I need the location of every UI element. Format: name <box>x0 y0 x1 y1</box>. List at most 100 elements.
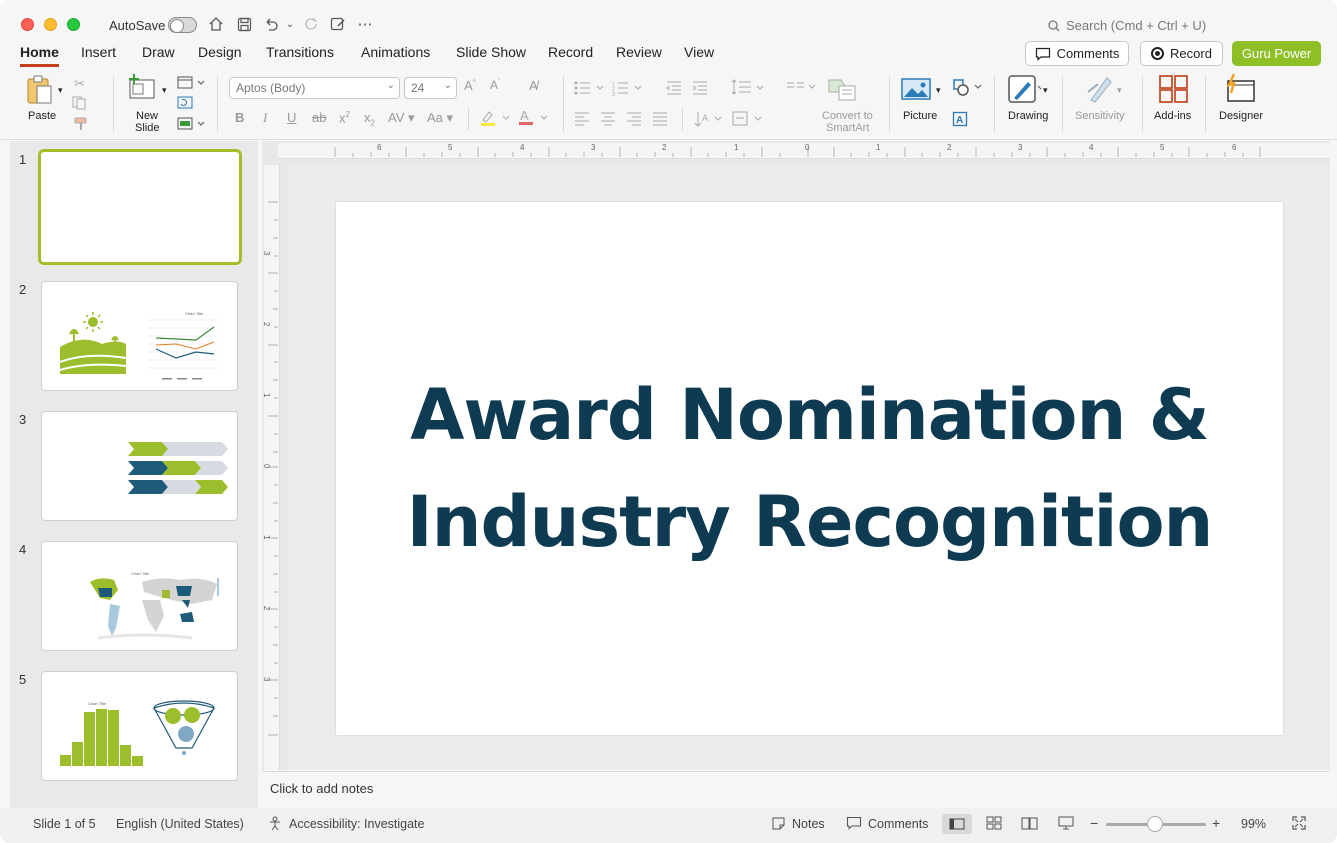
slide-thumbnail-3[interactable] <box>41 411 238 521</box>
tab-design[interactable]: Design <box>198 44 242 64</box>
drawing-icon[interactable] <box>1008 74 1042 107</box>
numbering-icon[interactable]: 123 <box>612 80 644 99</box>
paste-icon[interactable] <box>25 74 55 109</box>
minimize-window-button[interactable] <box>44 18 57 31</box>
subscript-icon[interactable]: x2 <box>364 110 375 128</box>
font-color-icon[interactable]: A <box>517 108 551 129</box>
underline-icon[interactable]: U <box>287 110 296 125</box>
slide-thumbnail-4[interactable]: Chart Title <box>41 541 238 651</box>
new-slide-dropdown-icon[interactable]: ▾ <box>162 84 167 96</box>
reset-slide-icon[interactable] <box>177 96 193 113</box>
tab-slide-show[interactable]: Slide Show <box>456 44 526 64</box>
new-slide-icon[interactable] <box>127 74 157 105</box>
columns-icon[interactable] <box>786 80 818 97</box>
bold-icon[interactable]: B <box>235 110 244 125</box>
more-options-icon[interactable]: ⋯ <box>355 14 375 34</box>
slide-thumbnail-5[interactable]: Chart Title <box>41 671 238 781</box>
add-ins-icon[interactable] <box>1159 75 1189 106</box>
tab-draw[interactable]: Draw <box>142 44 175 64</box>
guru-power-label: Guru Power <box>1241 46 1312 61</box>
notes-icon <box>771 816 786 834</box>
font-size-select[interactable]: 24 ⌄ <box>404 77 457 99</box>
slide-sorter-view-button[interactable] <box>986 816 1002 833</box>
paste-dropdown-icon[interactable]: ▾ <box>58 84 63 96</box>
convert-to-smartart-icon[interactable] <box>827 76 857 105</box>
tab-insert[interactable]: Insert <box>81 44 116 64</box>
increase-indent-icon[interactable] <box>692 80 708 99</box>
justify-icon[interactable] <box>652 112 668 129</box>
copy-icon[interactable] <box>72 96 88 113</box>
zoom-out-icon[interactable]: − <box>1090 815 1098 831</box>
text-direction-icon[interactable]: A <box>694 110 726 131</box>
slide-thumbnail-1[interactable] <box>38 149 242 265</box>
line-spacing-icon[interactable] <box>731 78 767 99</box>
ribbon-tabs: Home Insert Draw Design Transitions Anim… <box>0 40 1337 68</box>
align-left-icon[interactable] <box>574 112 590 129</box>
close-window-button[interactable] <box>21 18 34 31</box>
slide-title[interactable]: Award Nomination & Industry Recognition <box>336 362 1283 576</box>
align-center-icon[interactable] <box>600 112 616 129</box>
zoom-window-button[interactable] <box>67 18 80 31</box>
guru-power-button[interactable]: Guru Power <box>1232 41 1321 66</box>
increase-font-size-icon[interactable]: A^ <box>464 78 476 93</box>
language-indicator[interactable]: English (United States) <box>116 817 244 831</box>
align-text-icon[interactable] <box>731 110 767 131</box>
autosave-toggle[interactable] <box>168 17 197 33</box>
picture-dropdown-icon[interactable]: ▾ <box>936 84 941 96</box>
accessibility-indicator[interactable]: Accessibility: Investigate <box>289 817 424 831</box>
notes-toggle-button[interactable]: Notes <box>792 817 825 831</box>
section-icon[interactable] <box>177 117 205 134</box>
title-bar: AutoSave ⌄ ⋯ Search (Cmd + Ctrl + U) <box>0 0 1337 40</box>
tab-record[interactable]: Record <box>548 44 593 64</box>
notes-pane[interactable]: Click to add notes <box>262 771 1330 808</box>
shapes-icon[interactable] <box>951 78 985 101</box>
change-case-icon[interactable]: Aa ▾ <box>427 110 453 126</box>
cut-icon[interactable]: ✂ <box>74 76 85 92</box>
character-spacing-icon[interactable]: AV ▾ <box>388 110 415 126</box>
tab-view[interactable]: View <box>684 44 714 64</box>
zoom-level[interactable]: 99% <box>1241 817 1266 831</box>
align-right-icon[interactable] <box>626 112 642 129</box>
designer-icon[interactable] <box>1224 73 1258 106</box>
undo-icon[interactable] <box>261 14 281 34</box>
strikethrough-icon[interactable]: ab <box>312 110 326 125</box>
format-painter-icon[interactable] <box>73 117 89 134</box>
layout-icon[interactable] <box>177 76 205 93</box>
text-box-icon[interactable]: A <box>952 111 968 130</box>
sensitivity-dropdown-icon[interactable]: ▾ <box>1117 84 1122 96</box>
highlight-color-icon[interactable] <box>479 110 513 129</box>
drawing-dropdown-icon[interactable]: ▾ <box>1043 84 1048 96</box>
undo-dropdown-chevron-icon[interactable]: ⌄ <box>280 14 300 34</box>
redo-icon[interactable] <box>301 14 321 34</box>
decrease-indent-icon[interactable] <box>666 80 682 99</box>
slide-number: 5 <box>19 672 27 687</box>
reading-view-button[interactable] <box>1021 816 1038 833</box>
home-icon[interactable] <box>206 14 226 34</box>
comments-button[interactable]: Comments <box>1025 41 1129 66</box>
normal-view-button[interactable] <box>942 814 972 834</box>
picture-icon[interactable] <box>901 76 933 105</box>
font-name-select[interactable]: Aptos (Body) ⌄ <box>229 77 400 99</box>
zoom-in-icon[interactable]: + <box>1212 815 1220 831</box>
print-preview-icon[interactable] <box>328 14 348 34</box>
tab-review[interactable]: Review <box>616 44 662 64</box>
zoom-slider-handle[interactable] <box>1147 816 1163 832</box>
slide-thumbnail-2[interactable]: Chart Title <box>41 281 238 391</box>
comments-toggle-button[interactable]: Comments <box>868 817 928 831</box>
fit-to-window-icon[interactable] <box>1292 816 1306 833</box>
save-icon[interactable] <box>234 14 254 34</box>
current-slide[interactable]: Award Nomination & Industry Recognition <box>336 202 1283 735</box>
slide-show-view-button[interactable] <box>1058 816 1074 833</box>
clear-formatting-icon[interactable]: A̸ <box>529 78 538 93</box>
record-button[interactable]: Record <box>1140 41 1223 66</box>
superscript-icon[interactable]: x2 <box>339 110 350 125</box>
svg-text:5: 5 <box>1160 143 1165 152</box>
search-box[interactable]: Search (Cmd + Ctrl + U) <box>1048 18 1206 33</box>
bullets-icon[interactable] <box>574 80 606 99</box>
tab-transitions[interactable]: Transitions <box>266 44 334 64</box>
italic-icon[interactable]: I <box>263 110 267 126</box>
sensitivity-icon[interactable] <box>1085 74 1115 107</box>
tab-home[interactable]: Home <box>20 44 59 67</box>
tab-animations[interactable]: Animations <box>361 44 430 64</box>
decrease-font-size-icon[interactable]: Aˇ <box>490 78 500 92</box>
